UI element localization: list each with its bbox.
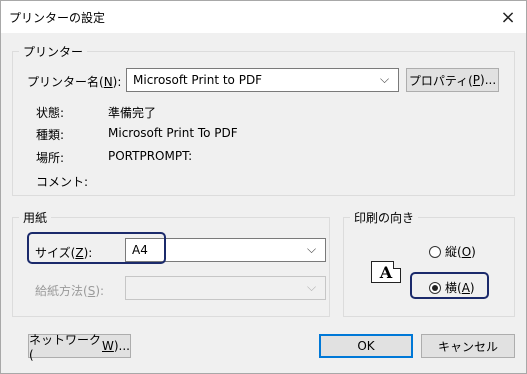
landscape-label-text: 横( <box>445 281 462 295</box>
portrait-radio[interactable]: 縦(O) <box>429 243 476 260</box>
paper-group-label: 用紙 <box>19 209 52 226</box>
paper-source-label: 給紙方法(S): <box>35 282 104 299</box>
type-label: 種類: <box>36 128 65 142</box>
status-label: 状態: <box>36 106 65 120</box>
cancel-button[interactable]: キャンセル <box>421 334 515 358</box>
ok-label: OK <box>357 339 375 353</box>
where-value: PORTPROMPT: <box>108 149 193 163</box>
chevron-down-icon: ⌵ <box>307 242 317 256</box>
paper-size-accesskey: Z <box>75 246 84 260</box>
network-label: ネットワーク( <box>29 332 102 362</box>
type-value: Microsoft Print To PDF <box>108 126 238 140</box>
landscape-radio[interactable]: 横(A) <box>429 279 475 296</box>
paper-source-select[interactable]: ⌵ <box>125 276 326 300</box>
printer-name-value: Microsoft Print to PDF <box>133 73 263 87</box>
orientation-icon-letter: A <box>379 262 393 282</box>
portrait-radio-dot <box>429 245 441 258</box>
title-bar: プリンターの設定 × <box>1 1 526 33</box>
paper-group: 用紙 <box>12 209 330 317</box>
network-label-end: )... <box>113 339 130 353</box>
printer-group-label: プリンター <box>19 43 88 60</box>
ok-button[interactable]: OK <box>319 334 413 358</box>
paper-source-label-text: 給紙方法( <box>35 284 88 298</box>
cancel-label: キャンセル <box>437 339 498 354</box>
landscape-label-end: ) <box>469 281 475 295</box>
chevron-down-icon: ⌵ <box>380 72 390 86</box>
portrait-label-end: ) <box>471 245 476 259</box>
printer-name-label-text: プリンター名( <box>27 75 104 89</box>
paper-size-label-text: サイズ( <box>35 246 76 260</box>
portrait-accesskey: O <box>461 245 472 259</box>
chevron-down-icon: ⌵ <box>307 280 317 294</box>
landscape-radio-dot <box>429 281 441 294</box>
properties-label-end: )... <box>480 73 497 87</box>
portrait-label-text: 縦( <box>445 245 462 259</box>
comment-label: コメント: <box>36 175 89 189</box>
dialog-title: プリンターの設定 <box>9 11 106 25</box>
portrait-label: 縦(O) <box>445 243 476 260</box>
properties-label: プロパティ( <box>408 73 473 88</box>
paper-size-label-end: ): <box>83 246 93 260</box>
properties-accesskey: P <box>472 73 481 87</box>
printer-settings-dialog: プリンターの設定 × プリンター プリンター名(N): Microsoft Pr… <box>0 0 527 374</box>
paper-size-label: サイズ(Z): <box>35 244 92 261</box>
printer-name-label-end: ): <box>112 75 122 89</box>
orientation-group-label: 印刷の向き <box>350 209 419 226</box>
network-accesskey: W <box>102 339 114 353</box>
paper-size-select[interactable]: A4 ⌵ <box>125 238 326 262</box>
landscape-accesskey: A <box>461 281 470 295</box>
paper-source-label-end: ): <box>95 284 105 298</box>
landscape-page-icon: A <box>371 261 401 283</box>
printer-name-label: プリンター名(N): <box>27 73 121 90</box>
close-icon[interactable]: × <box>496 5 520 29</box>
printer-name-select[interactable]: Microsoft Print to PDF ⌵ <box>126 68 399 92</box>
printer-name-accesskey: N <box>103 75 113 89</box>
network-button[interactable]: ネットワーク(W)... <box>28 333 131 362</box>
paper-size-value: A4 <box>132 243 148 257</box>
status-value: 準備完了 <box>108 106 157 120</box>
properties-button[interactable]: プロパティ(P)... <box>406 68 499 92</box>
where-label: 場所: <box>36 151 65 165</box>
orientation-group: 印刷の向き <box>343 209 515 317</box>
landscape-label: 横(A) <box>445 279 475 296</box>
